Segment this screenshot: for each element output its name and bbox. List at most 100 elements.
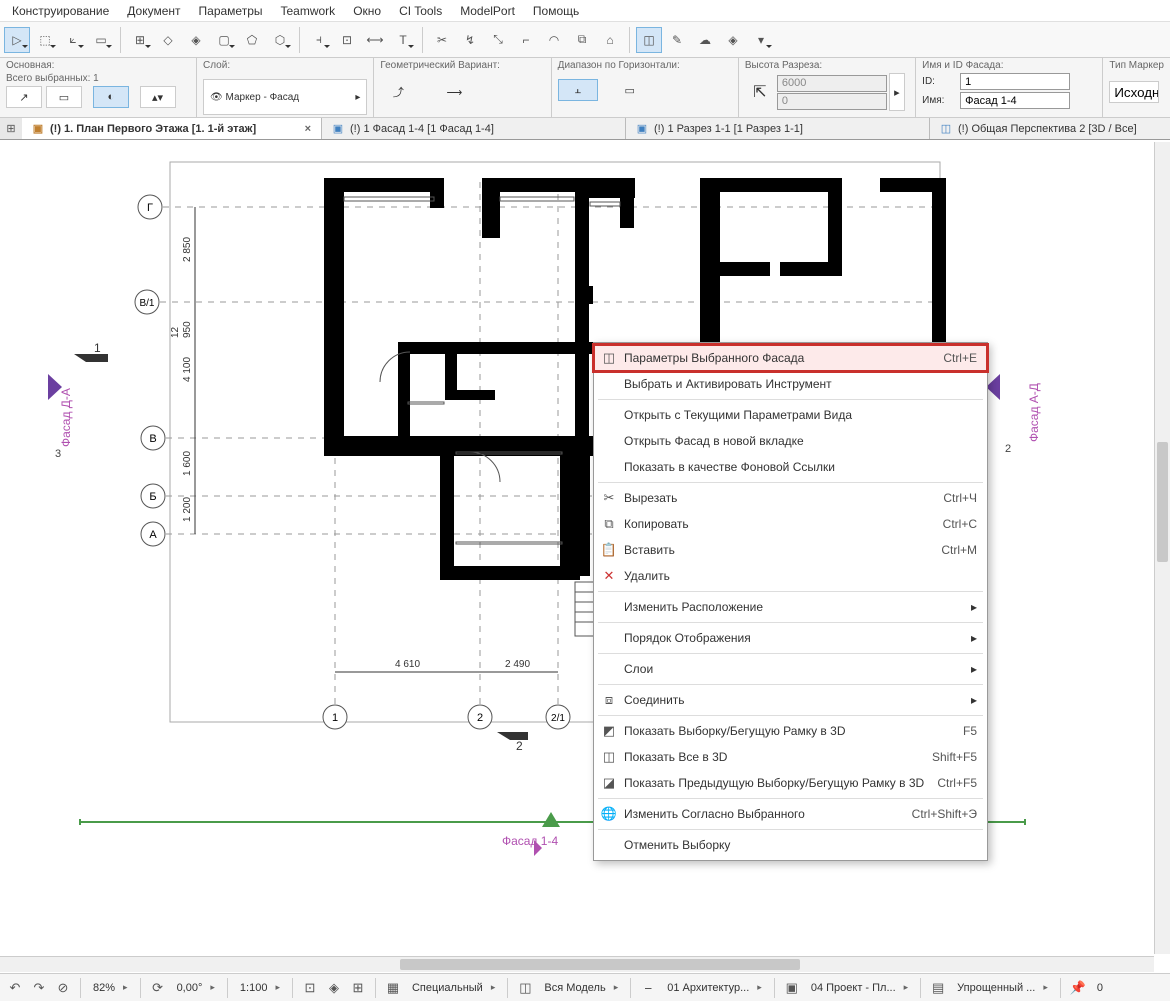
angle-field[interactable]: 0,00° <box>171 982 221 994</box>
marker-type-btn[interactable]: Исходны <box>1109 81 1159 103</box>
menu-dokument[interactable]: Документ <box>119 2 188 20</box>
snap1-icon[interactable]: ◇ <box>155 27 181 53</box>
more-icon[interactable]: ▾ <box>748 27 774 53</box>
layer-dropdown[interactable]: 👁 Маркер - Фасад▸ <box>203 79 367 115</box>
rect-mode-icon[interactable]: ▭ <box>46 86 82 108</box>
snap2-icon[interactable]: ◈ <box>183 27 209 53</box>
ctx-deselect[interactable]: Отменить Выборку <box>594 832 987 858</box>
house-icon[interactable]: ⌂ <box>597 27 623 53</box>
ctx-open-current[interactable]: Открыть с Текущими Параметрами Вида <box>594 402 987 428</box>
guide-tool-icon[interactable]: ▭ <box>88 27 114 53</box>
sb-icon2[interactable]: ◈ <box>323 977 345 999</box>
menu-konstr[interactable]: Конструирование <box>4 2 117 20</box>
shape2-icon[interactable]: ⬡ <box>267 27 293 53</box>
ctx-cut[interactable]: ✂ВырезатьCtrl+Ч <box>594 485 987 511</box>
flip-mode-icon[interactable]: ◐ <box>93 86 129 108</box>
tab-section[interactable]: ▣ (!) 1 Разрез 1-1 [1 Разрез 1-1] <box>626 118 930 139</box>
zoom-field[interactable]: 82% <box>87 982 134 994</box>
horizontal-scrollbar[interactable] <box>0 956 1154 972</box>
sb-icon6[interactable]: ⎯ <box>637 977 659 999</box>
tab-floorplan[interactable]: ▣ (!) 1. План Первого Этажа [1. 1-й этаж… <box>22 118 322 139</box>
ctx-copy[interactable]: ⧉КопироватьCtrl+C <box>594 511 987 537</box>
cursor-tool-icon[interactable]: ▷ <box>4 27 30 53</box>
sb-icon3[interactable]: ⊞ <box>347 977 369 999</box>
model-field[interactable]: Вся Модель <box>538 982 624 994</box>
trim-icon[interactable]: ↯ <box>457 27 483 53</box>
project-field[interactable]: 04 Проект - Пл... <box>805 982 914 994</box>
dim-icon[interactable]: ⟷ <box>362 27 388 53</box>
rect-icon[interactable]: ▢ <box>211 27 237 53</box>
dist-icon[interactable]: ⊡ <box>334 27 360 53</box>
ctx-show-bgref[interactable]: Показать в качестве Фоновой Ссылки <box>594 454 987 480</box>
variant1-icon[interactable]: ⤴ <box>380 81 416 103</box>
menu-teamwork[interactable]: Teamwork <box>273 2 344 20</box>
scale-field[interactable]: 1:100 <box>234 982 286 994</box>
info-section-height: Высота Разреза: ⇱ ▸ <box>739 58 916 117</box>
corner-icon[interactable]: ⌐ <box>513 27 539 53</box>
text-icon[interactable]: T <box>390 27 416 53</box>
cancel-icon[interactable]: ⊘ <box>52 977 74 999</box>
diamond-icon[interactable]: ◈ <box>720 27 746 53</box>
tab-elevation[interactable]: ▣ (!) 1 Фасад 1-4 [1 Фасад 1-4] <box>322 118 626 139</box>
align-icon[interactable]: ⫞ <box>306 27 332 53</box>
tab-3d[interactable]: ◫ (!) Общая Перспектива 2 [3D / Все] <box>930 118 1170 139</box>
ctx-params[interactable]: ◫ Параметры Выбранного ФасадаCtrl+E <box>594 345 987 371</box>
tab-bar: ⊞ ▣ (!) 1. План Первого Этажа [1. 1-й эт… <box>0 118 1170 140</box>
ctx-show-all-3d[interactable]: ◫Показать Все в 3DShift+F5 <box>594 744 987 770</box>
ctx-layers[interactable]: Слои▸ <box>594 656 987 682</box>
measure-tool-icon[interactable]: ⟀ <box>60 27 86 53</box>
ctx-open-newtab[interactable]: Открыть Фасад в новой вкладке <box>594 428 987 454</box>
menu-param[interactable]: Параметры <box>191 2 271 20</box>
redo-icon[interactable]: ↷ <box>28 977 50 999</box>
edit-icon[interactable]: ✎ <box>664 27 690 53</box>
id-input[interactable] <box>960 73 1070 90</box>
drawing-canvas[interactable]: Фасад 1-4 Фасад Д-А 3 Фасад А-Д 2 Г В/1 … <box>0 142 1170 970</box>
ctx-paste[interactable]: 📋ВставитьCtrl+M <box>594 537 987 563</box>
grid-icon[interactable]: ⊞ <box>0 118 22 139</box>
ctx-delete[interactable]: ✕Удалить <box>594 563 987 589</box>
select-all-icon[interactable]: ◫ <box>636 27 662 53</box>
menu-help[interactable]: Помощь <box>525 2 587 20</box>
vertical-scrollbar[interactable] <box>1154 142 1170 954</box>
layercomb-field[interactable]: 01 Архитектур... <box>661 982 768 994</box>
height-icon[interactable]: ⇱ <box>745 73 775 111</box>
menu-modelport[interactable]: ModelPort <box>452 2 523 20</box>
shape1-icon[interactable]: ⬠ <box>239 27 265 53</box>
sb-icon8[interactable]: ▤ <box>927 977 949 999</box>
range2-icon[interactable]: ▭ <box>610 79 650 101</box>
angle-mode-icon[interactable]: ▴▾ <box>140 86 176 108</box>
variant2-icon[interactable]: ⟶ <box>436 81 472 103</box>
sb-icon1[interactable]: ⊡ <box>299 977 321 999</box>
cut-icon[interactable]: ✂ <box>429 27 455 53</box>
label: Имя и ID Фасада: <box>922 60 1096 71</box>
ctx-connect[interactable]: ⧈Соединить▸ <box>594 687 987 713</box>
range1-icon[interactable]: ⫠ <box>558 79 598 101</box>
ext-icon[interactable]: ⤡ <box>485 27 511 53</box>
rotate-icon[interactable]: ⟳ <box>147 977 169 999</box>
arrow-mode-icon[interactable]: ↗ <box>6 86 42 108</box>
menu-citools[interactable]: CI Tools <box>391 2 450 20</box>
sb-icon4[interactable]: ▦ <box>382 977 404 999</box>
ctx-move[interactable]: Изменить Расположение▸ <box>594 594 987 620</box>
close-icon[interactable]: × <box>305 123 311 135</box>
sb-icon5[interactable]: ◫ <box>514 977 536 999</box>
marquee-tool-icon[interactable]: ⬚ <box>32 27 58 53</box>
cloud-icon[interactable]: ☁ <box>692 27 718 53</box>
name-input[interactable] <box>960 92 1070 109</box>
grid-icon[interactable]: ⊞ <box>127 27 153 53</box>
menu-okno[interactable]: Окно <box>345 2 389 20</box>
expand-icon[interactable]: ▸ <box>889 73 905 111</box>
mode-field[interactable]: Специальный <box>406 982 501 994</box>
sb-icon7[interactable]: ▣ <box>781 977 803 999</box>
separator <box>598 591 983 592</box>
ctx-edit-selected[interactable]: 🌐Изменить Согласно ВыбранногоCtrl+Shift+… <box>594 801 987 827</box>
offset-icon[interactable]: ⧉ <box>569 27 595 53</box>
undo-icon[interactable]: ↶ <box>4 977 26 999</box>
pin-icon[interactable]: 📌 <box>1067 977 1089 999</box>
style-field[interactable]: Упрощенный ... <box>951 982 1054 994</box>
ctx-display-order[interactable]: Порядок Отображения▸ <box>594 625 987 651</box>
ctx-show-prev-3d[interactable]: ◪Показать Предыдущую Выборку/Бегущую Рам… <box>594 770 987 796</box>
ctx-show-sel-3d[interactable]: ◩Показать Выборку/Бегущую Рамку в 3DF5 <box>594 718 987 744</box>
ctx-select-activate[interactable]: Выбрать и Активировать Инструмент <box>594 371 987 397</box>
fillet-icon[interactable]: ◠ <box>541 27 567 53</box>
